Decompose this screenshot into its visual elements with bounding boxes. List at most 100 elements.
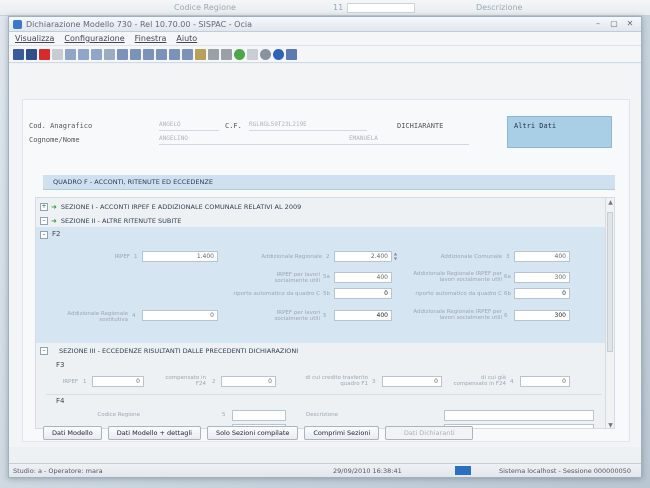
sigma-icon[interactable] [195, 48, 206, 60]
main-window: Dichiarazione Modello 730 - Rel 10.70.00… [8, 16, 642, 478]
dati-dichiaranti-button[interactable]: Dati Dichiaranti [385, 426, 474, 440]
f2-addcom-field[interactable]: 400 [514, 251, 570, 262]
dichiarante-label: DICHIARANTE [397, 122, 444, 130]
delete-icon[interactable] [39, 48, 50, 60]
scroll-thumb[interactable] [607, 212, 613, 352]
f2-irpef-lav2-label: IRPEF per lavori socialmente utili [274, 310, 320, 322]
cf-value[interactable]: RGLNGL59T23L219E [249, 121, 367, 131]
user-icon[interactable] [91, 48, 102, 60]
f2-addreg-lav-label: Addizionale Regionale IRPEF per lavori s… [413, 271, 502, 283]
f4-codice-num: 5 [222, 412, 226, 418]
f3-ici-num: 4 [510, 379, 514, 385]
comprimi-sezioni-button[interactable]: Comprimi Sezioni [304, 426, 380, 440]
status-datetime: 29/09/2010 16:38:41 [333, 467, 402, 475]
dati-modello-button[interactable]: Dati Modello [43, 426, 102, 440]
anagrafica-section: Cod. Anagrafico ANGELO C.F. RGLNGL59T23L… [21, 116, 612, 150]
section-1-header[interactable]: + ➜ SEZIONE I - ACCONTI IRPEF E ADDIZION… [36, 200, 606, 213]
f2-addreg-lav-field[interactable]: 300 [514, 272, 570, 283]
green-dot-icon[interactable] [234, 48, 245, 60]
f3-credito-field[interactable]: 0 [382, 376, 442, 387]
f4-codice-field[interactable] [232, 410, 286, 421]
minimize-button[interactable]: – [591, 19, 605, 29]
collapse-toggle[interactable]: – [40, 346, 48, 355]
f2-irpef-lav-num: 5a [323, 274, 330, 280]
f2-addreg-field[interactable]: 2.400 [334, 251, 392, 262]
quadro-title: QUADRO F - ACCONTI, RITENUTE ED ECCEDENZ… [43, 175, 615, 190]
spinner-icon[interactable]: ▲ ▼ [394, 251, 398, 262]
f2-irpef-field[interactable]: 1.400 [142, 251, 218, 262]
f3-irpef-field[interactable]: 0 [92, 376, 144, 387]
vertical-scrollbar[interactable]: ▲ ▼ [605, 198, 614, 428]
grid-icon[interactable] [117, 48, 128, 60]
green-arrow-icon: ➜ [51, 216, 57, 225]
f2-addreg-lav2-field[interactable]: 300 [514, 310, 570, 321]
f3-irpef-label: IRPEF [62, 379, 78, 385]
f3-ici-field[interactable]: 0 [520, 376, 570, 387]
menu-finestra[interactable]: Finestra [135, 34, 167, 43]
menu-visualizza[interactable]: Visualizza [15, 34, 54, 43]
f3-comp-label: compensato in F24 [165, 375, 206, 387]
section-2-label: SEZIONE II - ALTRE RITENUTE SUBITE [60, 216, 182, 225]
window-icon[interactable] [286, 48, 297, 60]
grid-icon[interactable] [169, 48, 180, 60]
cognome-value[interactable]: ANGELINO [159, 135, 349, 145]
dati-modello-dettagli-button[interactable]: Dati Modello + dettagli [107, 426, 201, 440]
f2-addreg-lav2-label: Addizionale Regionale IRPEF per lavori s… [413, 309, 502, 321]
collapse-toggle[interactable]: – [40, 216, 48, 225]
f2-addreg-ded-label: Addizionale Regionale sostitutiva [67, 311, 128, 323]
scroll-down-icon[interactable]: ▼ [606, 421, 614, 428]
menu-aiuto[interactable]: Aiuto [176, 34, 197, 43]
f2-addreg-ded-num: 4 [132, 313, 136, 319]
user-icon[interactable] [78, 48, 89, 60]
f2-irpef-lav-label: IRPEF per lavori socialmente utili [274, 272, 320, 284]
scroll-up-icon[interactable]: ▲ [606, 198, 614, 207]
menu-configurazione[interactable]: Configurazione [64, 34, 124, 43]
user-icon[interactable] [65, 48, 76, 60]
f2-rip-c-label: riporto automatico da quadro C [233, 291, 320, 297]
grid-icon[interactable] [156, 48, 167, 60]
f2-addreg-lav2-num: 6 [504, 313, 508, 319]
arrow-icon[interactable] [104, 48, 115, 60]
app-icon [13, 19, 22, 29]
solo-sezioni-compilate-button[interactable]: Solo Sezioni compilate [206, 426, 299, 440]
f4-descr-label: Descrizione [306, 412, 338, 418]
bottom-buttons: Dati Modello Dati Modello + dettagli Sol… [43, 426, 479, 440]
info-icon[interactable] [273, 48, 284, 60]
f2-irpef-lav2-field[interactable]: 400 [334, 310, 392, 321]
f2-rip-c2-num: 6b [504, 291, 511, 297]
f3-ici-label: di cui già compensato in F24 [453, 375, 506, 387]
f2-area: – F2 IRPEF 1 1.400 Addizionale Regionale… [36, 227, 606, 343]
f2-irpef-lav-field[interactable]: 400 [334, 272, 392, 283]
f2-toggle[interactable]: – [40, 231, 48, 239]
f3-comp-num: 2 [212, 379, 216, 385]
section-3-header[interactable]: – SEZIONE III - ECCEDENZE RISULTANTI DAL… [36, 344, 606, 357]
divider [46, 394, 602, 395]
nome-value[interactable]: EMANUELA [349, 135, 469, 145]
cod-anagrafico-value[interactable]: ANGELO [159, 121, 219, 131]
f2-rip-c2-label: riporto automatico da quadro C [415, 291, 502, 297]
f4-descr-field[interactable] [444, 410, 594, 421]
status-operator: Studio: a - Operatore: mara [13, 467, 103, 475]
text-icon[interactable] [208, 48, 219, 60]
section-2-header[interactable]: – ➜ SEZIONE II - ALTRE RITENUTE SUBITE [36, 214, 606, 227]
gear-icon[interactable] [260, 48, 271, 60]
save-icon[interactable] [13, 48, 24, 60]
grid-icon[interactable] [130, 48, 141, 60]
altri-dati-button[interactable]: Altri Dati [507, 116, 612, 148]
maximize-button[interactable]: ▢ [607, 19, 621, 29]
new-icon[interactable] [52, 48, 63, 60]
close-button[interactable]: ✕ [623, 19, 637, 29]
f2-addreg-ded-field[interactable]: 0 [142, 310, 218, 321]
save-all-icon[interactable] [26, 48, 37, 60]
settings-icon[interactable] [221, 48, 232, 60]
grid-icon[interactable] [143, 48, 154, 60]
f3-comp-field[interactable]: 0 [221, 376, 276, 387]
title-bar: Dichiarazione Modello 730 - Rel 10.70.00… [9, 17, 641, 32]
f2-addreg-num: 2 [326, 254, 330, 260]
grid-icon[interactable] [182, 48, 193, 60]
f2-irpef-num: 1 [134, 254, 138, 260]
f4-header: F4 [56, 397, 65, 405]
sections-panel: + ➜ SEZIONE I - ACCONTI IRPEF E ADDIZION… [35, 197, 615, 429]
gray-icon[interactable] [247, 48, 258, 60]
expand-toggle[interactable]: + [40, 202, 48, 211]
